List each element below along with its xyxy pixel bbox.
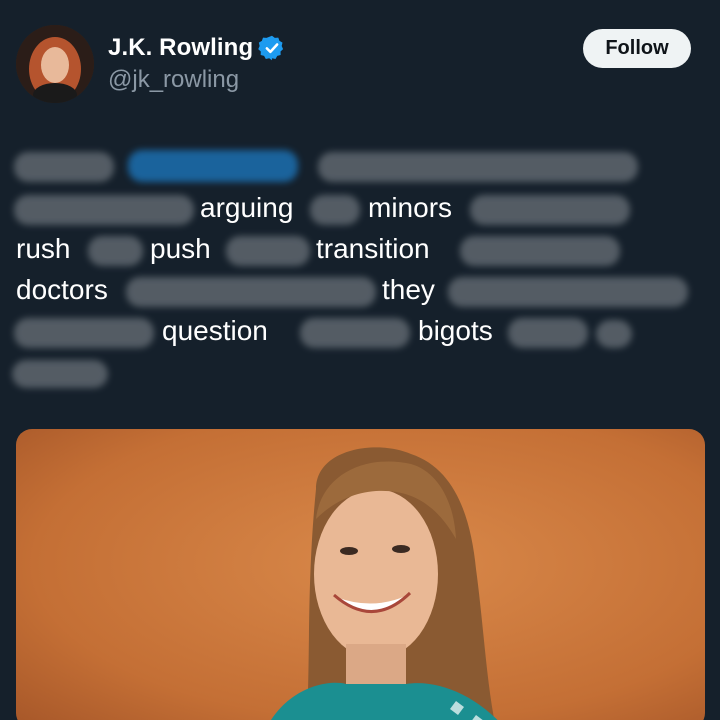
author-name-row: J.K. Rowling [108,34,286,62]
tweet-header: J.K. Rowling @jk_rowling Follow [0,0,720,120]
woman-portrait-photo [16,429,705,720]
word-bigots: bigots [418,315,493,346]
redacted-text [14,195,194,225]
word-push: push [150,233,211,264]
redacted-link [128,150,298,182]
redacted-text [596,320,632,348]
follow-button[interactable]: Follow [583,29,691,68]
verified-badge-icon [258,34,286,62]
word-arguing: arguing [200,192,294,223]
tweet-text: arguing minors rush push transition doct… [0,140,720,400]
redacted-text [300,318,410,348]
redacted-text [318,152,638,182]
redacted-text [12,360,108,388]
word-they: they [382,274,435,305]
redacted-text [14,318,154,348]
redacted-text [460,236,620,266]
tweet-media-photo[interactable] [16,429,705,720]
word-rush: rush [16,233,71,264]
word-question: question [162,315,268,346]
redacted-text [126,277,376,307]
author-display-name[interactable]: J.K. Rowling [108,34,253,62]
author-handle[interactable]: @jk_rowling [108,66,239,94]
redacted-text [508,318,588,348]
redacted-text [470,195,630,225]
word-doctors: doctors [16,274,108,305]
author-avatar[interactable] [16,25,94,103]
redacted-text [448,277,688,307]
word-transition: transition [316,233,430,264]
redacted-text [88,236,143,266]
redacted-text [310,195,360,225]
redacted-text [226,236,310,266]
redacted-text [14,152,114,182]
word-minors: minors [368,192,453,223]
